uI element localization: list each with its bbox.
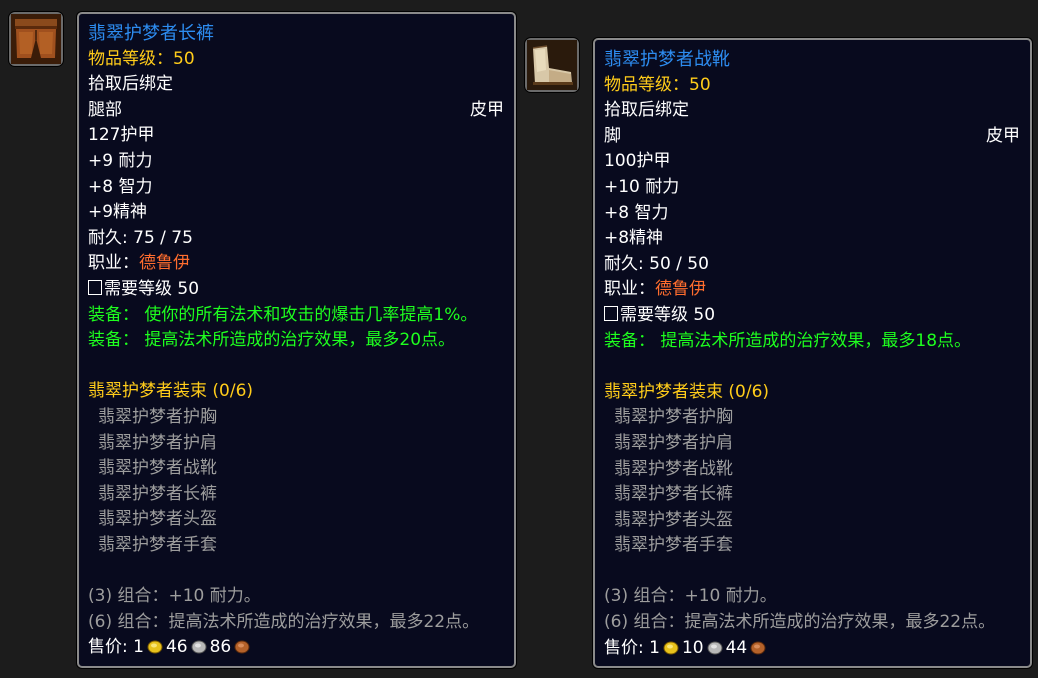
required-level: 需要等级 50 [620, 304, 716, 325]
sell-label: 售价: [88, 637, 128, 658]
slot-row: 脚 皮甲 [604, 124, 1020, 150]
checkbox-icon [88, 279, 102, 295]
set-bonus: (6) 组合：提高法术所造成的治疗效果，最多22点。 [88, 611, 480, 632]
checkbox-icon [604, 305, 618, 321]
item-tooltip-leggings: 翡翠护梦者长裤 物品等级：50 拾取后绑定 腿部 皮甲 127护甲 +9 耐力 +… [77, 12, 516, 668]
silver-coin-icon [191, 640, 207, 654]
sell-price: 售价: 1 10 44 [604, 636, 1020, 662]
stat-intellect: +8 智力 [604, 202, 669, 223]
armor-type: 皮甲 [986, 125, 1020, 146]
set-piece: 翡翠护梦者护胸 [614, 407, 733, 428]
set-bonus: (6) 组合：提高法术所造成的治疗效果，最多22点。 [604, 612, 996, 633]
level-requirement: 需要等级 50 [604, 303, 1020, 329]
bind-type: 拾取后绑定 [604, 100, 689, 121]
gold-coin-icon [663, 641, 679, 655]
slot-row: 腿部 皮甲 [88, 98, 504, 124]
equip-effect: 装备： 提高法术所造成的治疗效果，最多20点。 [88, 330, 456, 351]
item-level-label: 物品等级： [604, 74, 689, 95]
gold-amount: 1 [649, 637, 660, 658]
set-bonus: (3) 组合：+10 耐力。 [88, 586, 261, 607]
class-requirement: 职业：德鲁伊 [88, 251, 504, 277]
item-level: 物品等级：50 [88, 47, 504, 73]
durability: 耐久: 50 / 50 [604, 253, 709, 274]
item-name: 翡翠护梦者长裤 [88, 23, 214, 44]
set-piece: 翡翠护梦者护肩 [614, 432, 733, 453]
set-name: 翡翠护梦者装束 (0/6) [88, 381, 254, 402]
stat-stamina: +10 耐力 [604, 176, 680, 197]
armor-value: 127护甲 [88, 125, 155, 146]
equip-effect: 装备： 使你的所有法术和攻击的爆击几率提高1%。 [88, 304, 478, 325]
copper-amount: 86 [209, 637, 232, 658]
silver-amount: 10 [681, 637, 704, 658]
set-name: 翡翠护梦者装束 (0/6) [604, 381, 770, 402]
bind-type: 拾取后绑定 [88, 74, 173, 95]
gold-amount: 1 [133, 637, 144, 658]
item-slot: 腿部 [88, 99, 122, 120]
level-requirement: 需要等级 50 [88, 277, 504, 303]
gold-coin-icon [147, 640, 163, 654]
set-piece: 翡翠护梦者战靴 [614, 458, 733, 479]
leather-pants-icon[interactable] [9, 12, 63, 66]
stat-spirit: +9精神 [88, 202, 148, 223]
set-piece: 翡翠护梦者长裤 [98, 483, 217, 504]
silver-coin-icon [707, 641, 723, 655]
copper-coin-icon [234, 640, 250, 654]
item-name: 翡翠护梦者战靴 [604, 49, 730, 70]
class-name: 德鲁伊 [139, 253, 190, 274]
set-piece: 翡翠护梦者头盔 [98, 509, 217, 530]
stat-spirit: +8精神 [604, 228, 664, 249]
item-tooltip-boots: 翡翠护梦者战靴 物品等级：50 拾取后绑定 脚 皮甲 100护甲 +10 耐力 +… [593, 38, 1032, 668]
copper-amount: 44 [725, 637, 748, 658]
class-label: 职业： [88, 253, 139, 274]
item-level: 物品等级：50 [604, 73, 1020, 99]
stat-stamina: +9 耐力 [88, 150, 153, 171]
set-piece: 翡翠护梦者护胸 [98, 406, 217, 427]
sell-label: 售价: [604, 637, 644, 658]
class-name: 德鲁伊 [655, 279, 706, 300]
sell-price: 售价: 1 46 86 [88, 635, 504, 661]
armor-value: 100护甲 [604, 151, 671, 172]
leather-boots-icon[interactable] [525, 38, 579, 92]
item-level-value: 50 [173, 48, 195, 69]
stat-intellect: +8 智力 [88, 176, 153, 197]
class-label: 职业： [604, 279, 655, 300]
set-piece: 翡翠护梦者手套 [614, 535, 733, 556]
equip-effect: 装备： 提高法术所造成的治疗效果，最多18点。 [604, 330, 972, 351]
item-slot: 脚 [604, 125, 621, 146]
durability: 耐久: 75 / 75 [88, 227, 193, 248]
required-level: 需要等级 50 [104, 278, 200, 299]
class-requirement: 职业：德鲁伊 [604, 277, 1020, 303]
set-piece: 翡翠护梦者战靴 [98, 458, 217, 479]
set-piece: 翡翠护梦者手套 [98, 534, 217, 555]
copper-coin-icon [750, 641, 766, 655]
set-piece: 翡翠护梦者长裤 [614, 484, 733, 505]
set-piece: 翡翠护梦者头盔 [614, 509, 733, 530]
item-level-value: 50 [689, 74, 711, 95]
armor-type: 皮甲 [470, 99, 504, 120]
item-level-label: 物品等级： [88, 48, 173, 69]
set-bonus: (3) 组合：+10 耐力。 [604, 586, 777, 607]
set-piece: 翡翠护梦者护肩 [98, 432, 217, 453]
silver-amount: 46 [165, 637, 188, 658]
